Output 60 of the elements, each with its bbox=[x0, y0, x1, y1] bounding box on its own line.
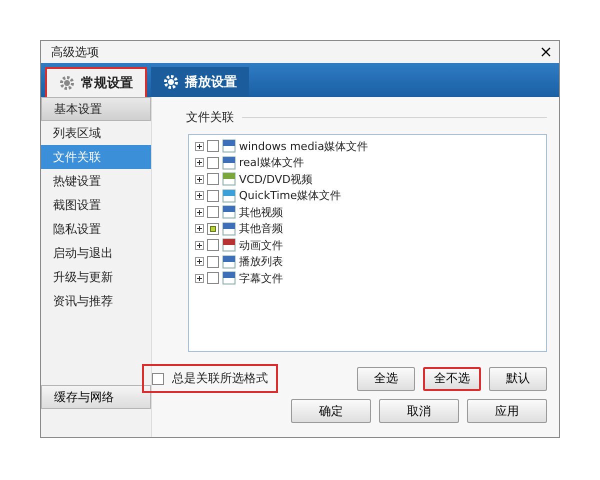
expand-icon[interactable] bbox=[195, 142, 204, 151]
tree-item[interactable]: real媒体文件 bbox=[239, 155, 304, 170]
checkbox[interactable] bbox=[207, 190, 219, 202]
tab[interactable]: 常规设置 bbox=[45, 67, 147, 97]
tree-item[interactable]: VCD/DVD视频 bbox=[239, 172, 313, 187]
sidebar-item[interactable]: 资讯与推荐 bbox=[41, 289, 151, 313]
expand-icon[interactable] bbox=[195, 224, 204, 234]
file-type-icon bbox=[222, 222, 236, 236]
expand-icon[interactable] bbox=[195, 257, 204, 266]
checkbox[interactable] bbox=[207, 239, 219, 252]
checkbox[interactable] bbox=[207, 140, 219, 152]
gear-icon bbox=[163, 74, 179, 90]
sidebar-item[interactable]: 隐私设置 bbox=[41, 217, 151, 241]
file-type-icon bbox=[222, 205, 236, 220]
sidebar-item[interactable]: 列表区域 bbox=[41, 121, 151, 145]
file-type-icon bbox=[222, 271, 236, 286]
tree-item[interactable]: windows media媒体文件 bbox=[239, 138, 368, 154]
file-type-icon bbox=[222, 238, 236, 252]
sidebar-item[interactable]: 升级与更新 bbox=[41, 265, 151, 289]
checkbox[interactable] bbox=[207, 272, 219, 284]
dialog-button[interactable]: 确定 bbox=[291, 399, 371, 423]
file-type-icon bbox=[222, 172, 236, 186]
dialog-button[interactable]: 应用 bbox=[467, 399, 547, 423]
close-button[interactable]: × bbox=[537, 43, 555, 61]
file-type-icon bbox=[222, 188, 236, 203]
file-type-icon bbox=[222, 254, 236, 269]
file-type-icon bbox=[222, 139, 236, 154]
checkbox[interactable] bbox=[207, 222, 219, 235]
expand-icon[interactable] bbox=[195, 158, 204, 168]
select-button[interactable]: 全不选 bbox=[423, 366, 481, 390]
sidebar-item[interactable]: 启动与退出 bbox=[41, 241, 151, 265]
expand-icon[interactable] bbox=[195, 274, 204, 283]
checkbox[interactable] bbox=[207, 256, 219, 268]
tab[interactable]: 播放设置 bbox=[151, 67, 249, 97]
checkbox[interactable] bbox=[207, 173, 219, 186]
file-type-icon bbox=[222, 156, 236, 170]
sidebar-item[interactable]: 截图设置 bbox=[41, 193, 151, 217]
group-title: 文件关联 bbox=[186, 109, 234, 126]
dialog-button[interactable]: 取消 bbox=[379, 399, 459, 423]
select-button[interactable]: 全选 bbox=[357, 366, 415, 390]
tree-item[interactable]: 其他音频 bbox=[239, 221, 283, 236]
expand-icon[interactable] bbox=[195, 208, 204, 217]
expand-icon[interactable] bbox=[195, 191, 204, 200]
sidebar-item[interactable]: 热键设置 bbox=[41, 169, 151, 193]
expand-icon[interactable] bbox=[195, 174, 204, 184]
gear-icon bbox=[59, 75, 75, 91]
tree-item[interactable]: QuickTime媒体文件 bbox=[239, 188, 342, 204]
select-button[interactable]: 默认 bbox=[489, 366, 547, 390]
sidebar-item[interactable]: 基本设置 bbox=[41, 97, 151, 121]
checkbox-label[interactable]: 总是关联所选格式 bbox=[172, 370, 268, 387]
checkbox[interactable] bbox=[207, 206, 219, 218]
window-title: 高级选项 bbox=[51, 44, 99, 60]
checkbox[interactable] bbox=[207, 156, 219, 169]
tree-item[interactable]: 动画文件 bbox=[239, 238, 283, 253]
expand-icon[interactable] bbox=[195, 240, 204, 250]
tree-item[interactable]: 播放列表 bbox=[239, 254, 283, 270]
checkbox[interactable] bbox=[152, 372, 164, 384]
sidebar-button[interactable]: 缓存与网络 bbox=[41, 385, 151, 409]
tree-item[interactable]: 字幕文件 bbox=[239, 270, 283, 286]
tree-item[interactable]: 其他视频 bbox=[239, 204, 283, 220]
